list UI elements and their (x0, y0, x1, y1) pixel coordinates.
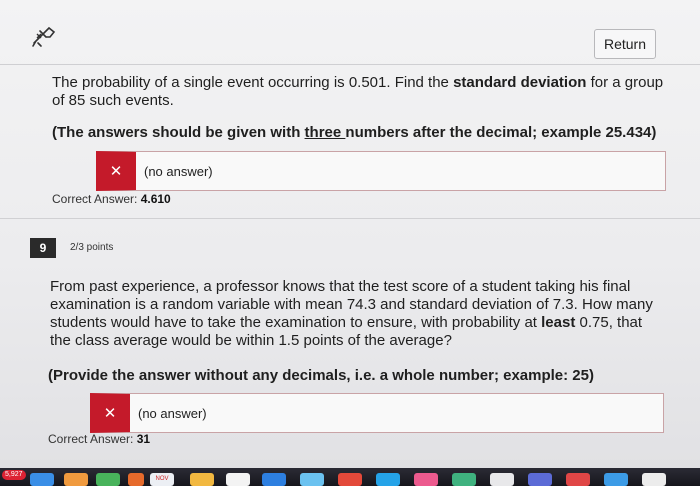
q8-text: The probability of a single event occurr… (52, 74, 454, 91)
q8-instructions: (The answers should be given with three … (52, 124, 672, 142)
q9-text: examination is a random variable with me… (50, 296, 653, 313)
app-icon[interactable] (376, 473, 400, 486)
q9-text: students would have to take the examinat… (50, 314, 542, 331)
q8-bold-term: standard deviation (453, 74, 587, 91)
q8-instr-underline: three (304, 124, 346, 141)
dock: NOV (0, 468, 700, 486)
assignment-toolbar: Return (0, 0, 700, 65)
notes-icon[interactable] (190, 473, 214, 486)
q8-instr-text: (The answers should be given with (52, 124, 305, 141)
app-icon[interactable] (452, 473, 476, 486)
app-icon[interactable] (226, 473, 250, 486)
q9-prompt: From past experience, a professor knows … (50, 278, 670, 350)
app-icon[interactable] (490, 473, 514, 486)
q8-prompt: The probability of a single event occurr… (52, 74, 672, 110)
q9-correct-answer: Correct Answer: 31 (48, 432, 150, 446)
finder-icon[interactable] (30, 473, 54, 486)
correct-answer-value: 4.610 (140, 192, 171, 206)
q9-text: From past experience, a professor knows … (50, 278, 631, 295)
correct-answer-label: Correct Answer: (48, 432, 134, 446)
app-icon[interactable] (262, 473, 286, 486)
q9-text: 0.75, that (575, 314, 643, 331)
app-icon[interactable] (414, 473, 438, 486)
messages-icon[interactable] (96, 473, 120, 486)
q9-answer-box: ✕ (no answer) (90, 393, 664, 433)
app-icon[interactable] (642, 473, 666, 486)
question-number-badge: 9 (30, 238, 56, 258)
notification-badge: 5,927 (2, 470, 26, 480)
calendar-icon[interactable]: NOV (150, 473, 174, 486)
incorrect-x-icon: ✕ (103, 405, 117, 422)
app-icon[interactable] (528, 473, 552, 486)
question-divider (0, 218, 700, 219)
correct-answer-value: 31 (136, 432, 151, 446)
correct-answer-label: Correct Answer: (52, 192, 138, 206)
question-points: 2/3 points (70, 242, 114, 253)
q9-answer-value: (no answer) (138, 405, 207, 421)
q8-text: of 85 such events. (52, 92, 174, 109)
q8-correct-answer: Correct Answer: 4.610 (52, 192, 171, 206)
return-button[interactable]: Return (594, 29, 656, 59)
q8-answer-value: (no answer) (144, 163, 213, 179)
q9-bold-term: least (541, 314, 576, 331)
app-icon[interactable] (128, 473, 144, 486)
app-icon[interactable] (300, 473, 324, 486)
app-icon[interactable] (64, 473, 88, 486)
incorrect-x-icon: ✕ (109, 163, 123, 180)
q9-text: the class average would be within 1.5 po… (50, 332, 452, 349)
q8-answer-box: ✕ (no answer) (96, 151, 666, 191)
app-icon[interactable] (604, 473, 628, 486)
q9-instructions: (Provide the answer without any decimals… (48, 367, 594, 384)
tools-icon[interactable] (30, 26, 58, 48)
app-icon[interactable] (338, 473, 362, 486)
browser-content: Return The probability of a single event… (0, 0, 700, 468)
q8-instr-text: numbers after the decimal; example 25.43… (345, 124, 657, 141)
app-icon[interactable] (566, 473, 590, 486)
q8-text: for a group (586, 74, 664, 91)
